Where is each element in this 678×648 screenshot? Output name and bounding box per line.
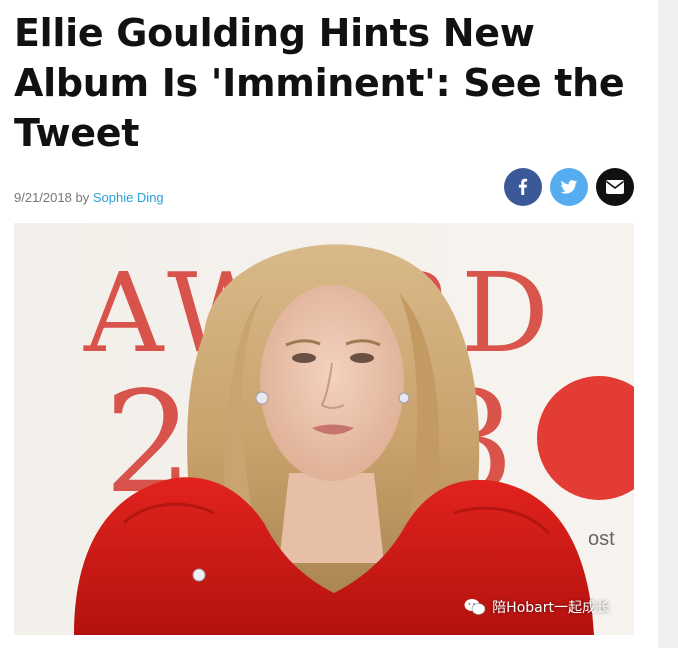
backdrop-small-text: ost xyxy=(588,528,615,550)
twitter-icon xyxy=(560,180,578,194)
hero-photo: AWARD 2018 ost xyxy=(14,223,634,635)
facebook-icon xyxy=(518,178,528,195)
email-share-button[interactable] xyxy=(596,168,634,206)
envelope-icon xyxy=(606,180,624,194)
watermark-text: 陪Hobart一起成长 xyxy=(492,600,610,616)
article-title: Ellie Goulding Hints New Album Is 'Immin… xyxy=(14,11,625,155)
publish-date: 9/21/2018 xyxy=(14,190,72,205)
twitter-share-button[interactable] xyxy=(550,168,588,206)
author-link[interactable]: Sophie Ding xyxy=(93,190,164,205)
scrollbar[interactable] xyxy=(658,0,678,648)
by-label: by xyxy=(75,190,90,205)
article-meta: 9/21/2018 by Sophie Ding xyxy=(14,190,164,205)
hero-image: AWARD 2018 ost xyxy=(14,223,634,635)
facebook-share-button[interactable] xyxy=(504,168,542,206)
share-buttons xyxy=(504,168,634,206)
watermark: 陪Hobart一起成长 xyxy=(464,597,610,617)
article-page: Ellie Goulding Hints New Album Is 'Immin… xyxy=(0,0,678,648)
wechat-icon xyxy=(464,598,486,616)
